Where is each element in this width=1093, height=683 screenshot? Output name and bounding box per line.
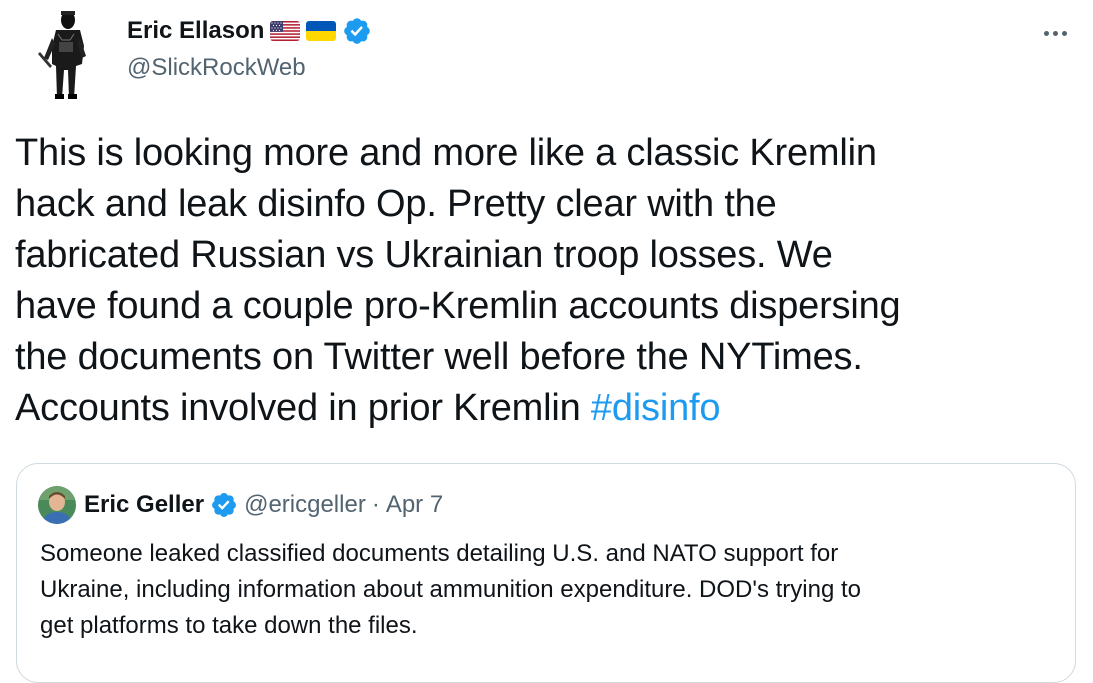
quoted-author-handle[interactable]: @ericgeller xyxy=(244,491,366,519)
more-dot xyxy=(1061,30,1067,36)
tweet-text-line: fabricated Russian vs Ukrainian troop lo… xyxy=(15,234,833,276)
us-flag-icon xyxy=(270,21,301,41)
quoted-text-line: Someone leaked classified documents deta… xyxy=(40,540,839,567)
quoted-tweet[interactable]: Eric Geller @ericgeller · Apr 7 Someone … xyxy=(16,463,1076,683)
more-options-icon[interactable] xyxy=(1040,18,1070,48)
quoted-text-line: Ukraine, including information about amm… xyxy=(40,576,861,603)
quoted-author-avatar[interactable] xyxy=(38,486,76,524)
tweet-text-line: have found a couple pro-Kremlin accounts… xyxy=(15,285,901,327)
verified-badge-icon[interactable] xyxy=(210,491,238,519)
verified-badge-icon[interactable] xyxy=(342,16,372,46)
separator-dot: · xyxy=(371,491,380,518)
author-display-name[interactable]: Eric Ellason xyxy=(127,17,264,45)
author-handle[interactable]: @SlickRockWeb xyxy=(127,54,306,82)
more-dot xyxy=(1052,30,1058,36)
author-avatar[interactable] xyxy=(22,6,110,102)
author-name-row: Eric Ellason xyxy=(127,14,372,48)
tweet-text-last-line: Accounts involved in prior Kremlin #disi… xyxy=(15,383,1085,434)
tweet-card: Eric Ellason @SlickRockWeb This is looki… xyxy=(0,0,1093,683)
tweet-text: This is looking more and more like a cla… xyxy=(15,128,1085,434)
tweet-text-line: the documents on Twitter well before the… xyxy=(15,336,863,378)
ukraine-flag-icon xyxy=(306,21,337,41)
tweet-text-line: Accounts involved in prior Kremlin xyxy=(15,387,591,429)
quoted-tweet-date[interactable]: Apr 7 xyxy=(386,491,443,519)
quoted-tweet-header: Eric Geller @ericgeller · Apr 7 xyxy=(38,486,443,524)
hashtag-link[interactable]: #disinfo xyxy=(591,387,721,429)
tweet-text-line: hack and leak disinfo Op. Pretty clear w… xyxy=(15,183,777,225)
soldier-silhouette-icon xyxy=(22,6,110,102)
quoted-author-name[interactable]: Eric Geller xyxy=(84,491,204,519)
quoted-tweet-text: Someone leaked classified documents deta… xyxy=(40,536,1060,644)
more-dot xyxy=(1043,30,1049,36)
tweet-text-line: This is looking more and more like a cla… xyxy=(15,132,877,174)
quoted-text-line: get platforms to take down the files. xyxy=(40,612,418,639)
